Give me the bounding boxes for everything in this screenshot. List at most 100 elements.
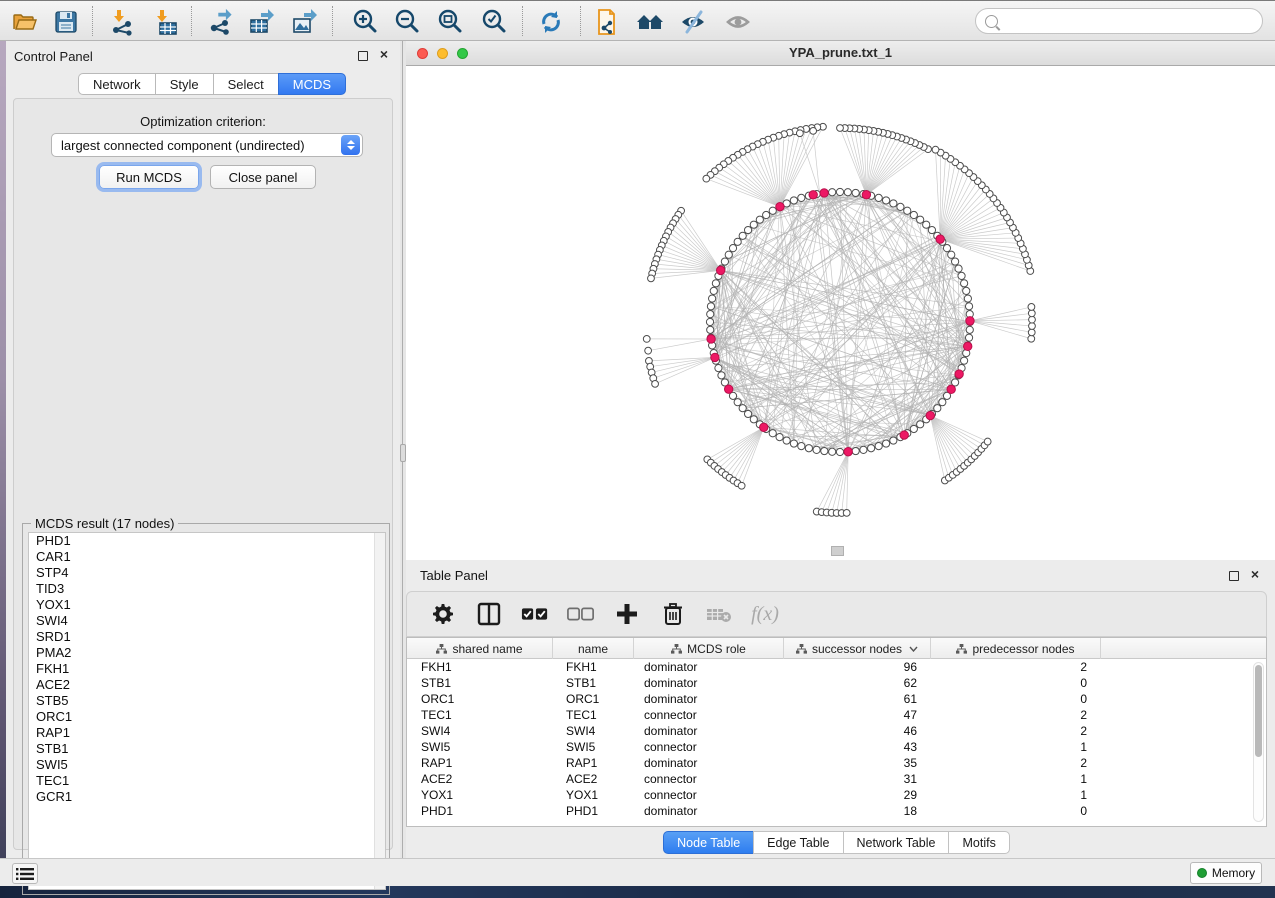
network-node[interactable] bbox=[763, 211, 770, 218]
mcds-result-item[interactable]: YOX1 bbox=[29, 597, 385, 613]
open-folder-icon[interactable] bbox=[10, 7, 40, 37]
table-cell[interactable]: TEC1 bbox=[553, 707, 634, 723]
float-table-panel-icon[interactable] bbox=[1229, 571, 1239, 581]
network-leaf-node[interactable] bbox=[738, 482, 745, 489]
search-input[interactable] bbox=[1003, 11, 1262, 31]
table-cell[interactable]: dominator bbox=[634, 659, 784, 675]
table-cell[interactable]: 0 bbox=[931, 675, 1101, 691]
network-node[interactable] bbox=[725, 251, 732, 258]
mcds-hub-node[interactable] bbox=[716, 266, 724, 274]
tab-style[interactable]: Style bbox=[155, 73, 213, 95]
network-leaf-node[interactable] bbox=[643, 336, 650, 343]
tab-node-table[interactable]: Node Table bbox=[663, 831, 753, 854]
network-node[interactable] bbox=[875, 194, 882, 201]
mcds-result-item[interactable]: PMA2 bbox=[29, 645, 385, 661]
optimization-criterion-select[interactable]: largest connected component (undirected) bbox=[51, 133, 363, 157]
mcds-result-item[interactable]: SWI5 bbox=[29, 757, 385, 773]
network-node[interactable] bbox=[860, 446, 867, 453]
network-node[interactable] bbox=[958, 272, 965, 279]
table-cell[interactable]: 2 bbox=[931, 723, 1101, 739]
table-cell[interactable]: 96 bbox=[784, 659, 931, 675]
task-history-button[interactable] bbox=[12, 863, 38, 884]
table-cell[interactable]: YOX1 bbox=[553, 787, 634, 803]
mcds-result-item[interactable]: CAR1 bbox=[29, 549, 385, 565]
network-node[interactable] bbox=[836, 188, 843, 195]
add-icon[interactable] bbox=[613, 600, 641, 628]
network-node[interactable] bbox=[829, 189, 836, 196]
table-cell[interactable]: SWI5 bbox=[553, 739, 634, 755]
network-leaf-node[interactable] bbox=[1029, 323, 1036, 330]
table-cell[interactable]: connector bbox=[634, 707, 784, 723]
network-node[interactable] bbox=[917, 421, 924, 428]
column-header-predecessor-nodes[interactable]: predecessor nodes bbox=[931, 638, 1101, 659]
tab-motifs[interactable]: Motifs bbox=[948, 831, 1009, 854]
table-cell[interactable]: 18 bbox=[784, 803, 931, 819]
refresh-icon[interactable] bbox=[536, 7, 566, 37]
table-cell[interactable]: FKH1 bbox=[553, 659, 634, 675]
table-cell[interactable]: 2 bbox=[931, 659, 1101, 675]
export-network-icon[interactable] bbox=[206, 7, 236, 37]
tab-network[interactable]: Network bbox=[78, 73, 155, 95]
table-cell[interactable]: TEC1 bbox=[407, 707, 553, 723]
network-node[interactable] bbox=[776, 434, 783, 441]
table-cell[interactable]: STB1 bbox=[553, 675, 634, 691]
close-panel-icon[interactable]: × bbox=[380, 49, 388, 59]
column-header-shared-name[interactable]: shared name bbox=[407, 638, 553, 659]
network-node[interactable] bbox=[734, 238, 741, 245]
network-node[interactable] bbox=[706, 318, 713, 325]
mcds-hub-node[interactable] bbox=[820, 189, 828, 197]
import-network-icon[interactable] bbox=[107, 7, 137, 37]
network-node[interactable] bbox=[882, 440, 889, 447]
column-header-name[interactable]: name bbox=[553, 638, 634, 659]
mcds-hub-node[interactable] bbox=[900, 431, 908, 439]
network-node[interactable] bbox=[836, 448, 843, 455]
network-node[interactable] bbox=[890, 437, 897, 444]
network-node[interactable] bbox=[964, 295, 971, 302]
table-cell[interactable]: 0 bbox=[931, 691, 1101, 707]
network-node[interactable] bbox=[904, 207, 911, 214]
mcds-hub-node[interactable] bbox=[760, 423, 768, 431]
network-node[interactable] bbox=[961, 357, 968, 364]
table-cell[interactable]: 0 bbox=[931, 803, 1101, 819]
network-node[interactable] bbox=[805, 445, 812, 452]
mcds-result-item[interactable]: GCR1 bbox=[29, 789, 385, 805]
mcds-result-item[interactable]: TEC1 bbox=[29, 773, 385, 789]
table-row[interactable]: RAP1RAP1dominator352 bbox=[407, 755, 1252, 771]
network-node[interactable] bbox=[769, 430, 776, 437]
mcds-result-item[interactable]: RAP1 bbox=[29, 725, 385, 741]
network-node[interactable] bbox=[715, 364, 722, 371]
network-node[interactable] bbox=[744, 226, 751, 233]
mcds-result-item[interactable]: FKH1 bbox=[29, 661, 385, 677]
network-leaf-node[interactable] bbox=[703, 175, 710, 182]
network-leaf-node[interactable] bbox=[932, 146, 939, 153]
network-node[interactable] bbox=[790, 440, 797, 447]
table-scrollbar[interactable] bbox=[1253, 662, 1264, 822]
save-floppy-icon[interactable] bbox=[51, 7, 81, 37]
network-node[interactable] bbox=[890, 200, 897, 207]
network-node[interactable] bbox=[734, 399, 741, 406]
network-leaf-node[interactable] bbox=[1028, 335, 1035, 342]
table-cell[interactable]: ORC1 bbox=[553, 691, 634, 707]
two-houses-icon[interactable] bbox=[635, 7, 665, 37]
table-cell[interactable]: ACE2 bbox=[553, 771, 634, 787]
mcds-result-item[interactable]: STB5 bbox=[29, 693, 385, 709]
table-cell[interactable]: 2 bbox=[931, 755, 1101, 771]
network-node[interactable] bbox=[852, 447, 859, 454]
network-leaf-node[interactable] bbox=[1028, 329, 1035, 336]
zoom-selected-icon[interactable] bbox=[479, 7, 509, 37]
network-node[interactable] bbox=[744, 410, 751, 417]
network-window-titlebar[interactable]: YPA_prune.txt_1 bbox=[406, 41, 1275, 66]
network-node[interactable] bbox=[952, 258, 959, 265]
table-cell[interactable]: dominator bbox=[634, 755, 784, 771]
network-node[interactable] bbox=[939, 399, 946, 406]
table-cell[interactable]: PHD1 bbox=[553, 803, 634, 819]
network-node[interactable] bbox=[875, 443, 882, 450]
network-node[interactable] bbox=[897, 203, 904, 210]
search-field[interactable] bbox=[975, 8, 1263, 34]
table-cell[interactable]: STB1 bbox=[407, 675, 553, 691]
network-node[interactable] bbox=[917, 216, 924, 223]
mcds-result-item[interactable]: ORC1 bbox=[29, 709, 385, 725]
mcds-hub-node[interactable] bbox=[809, 191, 817, 199]
mcds-hub-node[interactable] bbox=[862, 191, 870, 199]
mcds-result-item[interactable]: SWI4 bbox=[29, 613, 385, 629]
